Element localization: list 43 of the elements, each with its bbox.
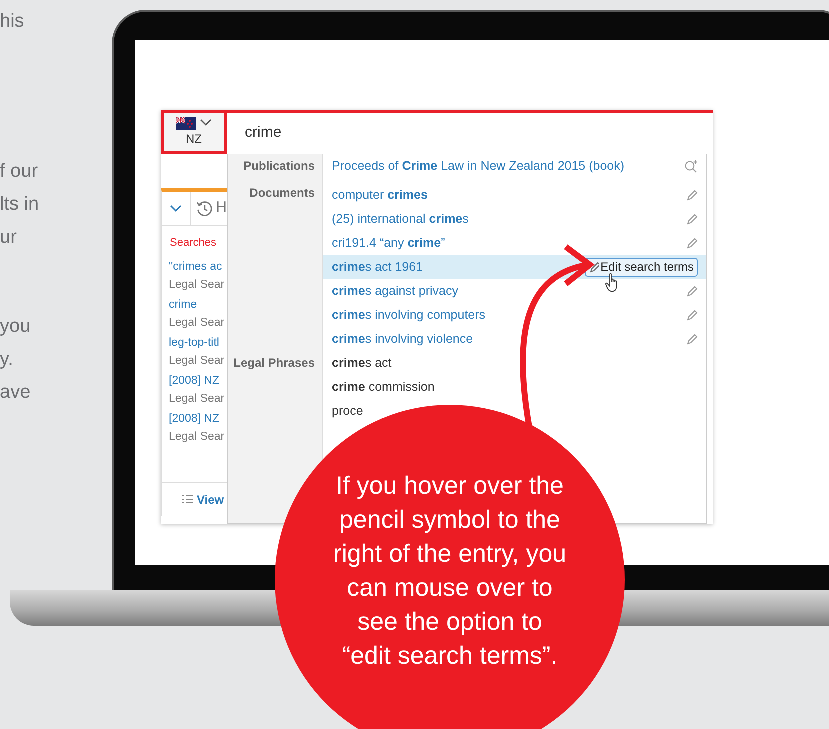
category-label: Documents	[250, 186, 315, 200]
chevron-down-icon	[200, 119, 212, 127]
edit-search-terms-button[interactable]: Edit search terms	[584, 258, 698, 276]
category-label: Legal Phrases	[234, 356, 315, 370]
history-source: Legal Sear	[168, 392, 226, 406]
flag-icon	[176, 116, 196, 130]
suggestion-item[interactable]: (25) international crimes	[323, 207, 706, 231]
history-link[interactable]: leg-top-titl	[162, 336, 227, 350]
country-selector[interactable]: NZ	[161, 113, 227, 154]
pencil-icon	[686, 333, 698, 345]
chevron-down-icon	[170, 204, 182, 212]
history-link[interactable]: "crimes ac	[162, 260, 227, 274]
history-source: Legal Sear	[168, 316, 226, 330]
suggestion-item[interactable]: Proceeds of Crime Law in New Zealand 2015 (book)	[323, 154, 706, 178]
history-source: Legal Sear	[168, 354, 226, 368]
view-link[interactable]: View	[197, 490, 224, 508]
history-link[interactable]: [2008] NZ	[162, 412, 227, 426]
suggestion-item[interactable]: crimes against privacy	[323, 279, 706, 303]
history-source: Legal Sear	[168, 278, 226, 292]
suggestion-item[interactable]: computer crimes	[323, 183, 706, 207]
paragraph-fragment: you y. ave	[0, 315, 32, 405]
pencil-icon	[686, 213, 698, 225]
suggestion-item[interactable]: cri191.4 “any crime”	[323, 231, 706, 255]
pencil-icon	[686, 189, 698, 201]
searches-tab[interactable]: Searches	[162, 226, 227, 260]
panel-title: H	[216, 198, 227, 218]
pencil-icon	[588, 261, 599, 273]
pencil-icon	[686, 237, 698, 249]
history-source: Legal Sear	[168, 430, 226, 444]
paragraph-fragment: f our lts in ur	[0, 160, 40, 250]
history-clock-icon	[196, 200, 214, 218]
suggestion-item[interactable]: crimes involving computers	[323, 303, 706, 327]
pencil-icon	[686, 309, 698, 321]
history-link[interactable]: crime	[162, 298, 227, 312]
history-link[interactable]: [2008] NZ	[162, 374, 227, 388]
search-plus-icon	[684, 160, 698, 172]
category-label: Publications	[244, 159, 315, 173]
paragraph-fragment: his	[0, 10, 26, 34]
suggestion-item[interactable]: crime commission	[323, 375, 443, 399]
suggestion-item[interactable]: crimes involving violence	[323, 327, 706, 351]
pencil-icon	[686, 285, 698, 297]
suggestion-item[interactable]: crimes act	[323, 351, 400, 375]
list-icon	[182, 495, 193, 504]
